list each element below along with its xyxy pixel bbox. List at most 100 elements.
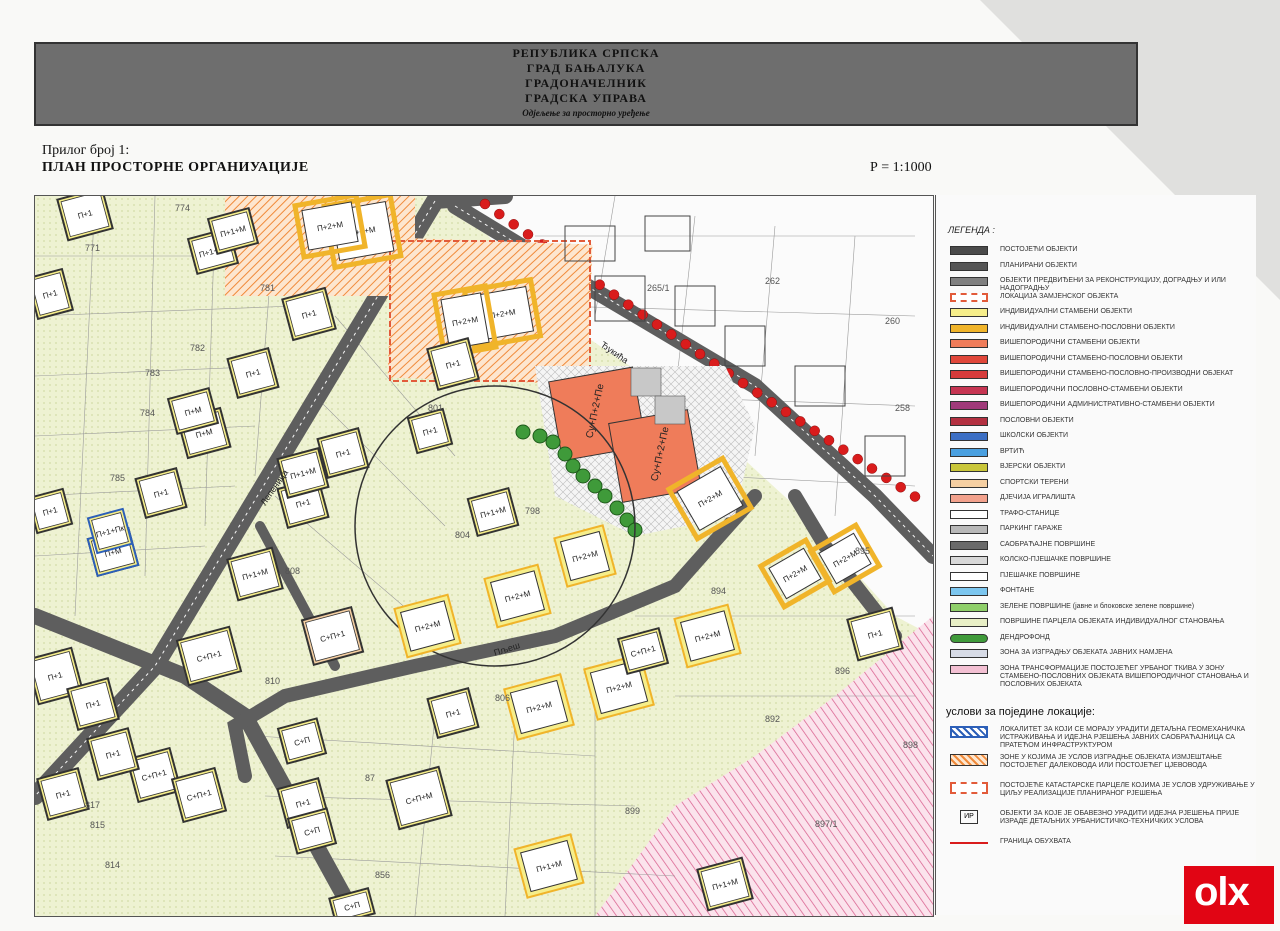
parcel-number: 897/1: [815, 819, 838, 829]
legend-label: ВРТИЋ: [1000, 447, 1025, 455]
legend-item: ФОНТАНЕ: [950, 586, 1250, 598]
tree: [515, 424, 531, 440]
legend-label: ЗОНА ТРАНСФОРМАЦИЈЕ ПОСТОЈЕЋЕГ УРБАНОГ Т…: [1000, 664, 1249, 688]
header-line-city: ГРАД БАЊАЛУКА: [526, 61, 646, 75]
parcel-number: 815: [90, 820, 105, 830]
parcel-number: 810: [265, 676, 280, 686]
boundary-dot: [608, 289, 620, 300]
legend-item: ДЈЕЧИЈА ИГРАЛИШТА: [950, 493, 1250, 505]
parcel-number: 808: [285, 566, 300, 576]
parcel-number: 781: [260, 283, 275, 293]
boundary-dot: [623, 299, 634, 310]
legend-item: СПОРТСКИ ТЕРЕНИ: [950, 478, 1250, 490]
map-drawing: П+2+МП+2+МП+2+МП+2+МСу+П+2+ПеСу+П+2+ПеП+…: [35, 196, 933, 916]
boundary-dot: [823, 435, 835, 446]
legend-label: ИНДИВИДУАЛНИ СТАМБЕНИ ОБЈЕКТИ: [1000, 308, 1133, 315]
legend-item: ШКОЛСКИ ОБЈЕКТИ: [950, 431, 1250, 443]
tree: [557, 446, 573, 462]
parcel-number: 771: [85, 243, 100, 253]
parcel-number: 806: [495, 693, 510, 703]
legend-label: ТРАФО-СТАНИЦЕ: [1000, 509, 1060, 517]
boundary-dot: [852, 453, 863, 465]
condition-item: ГРАНИЦА ОБУХВАТА: [950, 837, 1250, 861]
legend-item: ПОСЛОВНИ ОБЈЕКТИ: [950, 416, 1250, 428]
boundary-dot: [666, 329, 677, 340]
legend-label: ПЛАНИРАНИ ОБЈЕКТИ: [1000, 261, 1077, 269]
building: П+1: [406, 407, 454, 455]
legend-item: ПЛАНИРАНИ ОБЈЕКТИ: [950, 261, 1250, 273]
condition-swatch: [950, 754, 988, 766]
legend-swatch: [950, 478, 988, 488]
legend-label: ПОВРШИНЕ ПАРЦЕЛА ОБЈЕКАТА ИНДИВИДУАЛНОГ …: [1000, 618, 1225, 625]
condition-swatch: [950, 782, 988, 794]
legend-swatch: [950, 649, 988, 658]
legend-label: СПОРТСКИ ТЕРЕНИ: [1000, 478, 1069, 486]
legend-swatch: [950, 292, 988, 302]
boundary-dot: [737, 377, 749, 389]
condition-label: ЛОКАЛИТЕТ ЗА КОЈИ СЕ МОРАЈУ УРАДИТИ ДЕТА…: [1000, 726, 1246, 749]
legend-label: ПОСТОЈЕЋИ ОБЈЕКТИ: [1000, 246, 1078, 253]
tree: [532, 428, 548, 444]
conditions-title: услови за поједине локације:: [946, 706, 1095, 718]
legend-item: ИНДИВИДУАЛНИ СТАМБЕНИ ОБЈЕКТИ: [950, 307, 1250, 319]
legend-swatch: [950, 246, 988, 255]
boundary-dot: [508, 219, 519, 230]
legend-label: ШКОЛСКИ ОБЈЕКТИ: [1000, 432, 1069, 439]
condition-label: ГРАНИЦА ОБУХВАТА: [1000, 838, 1071, 845]
legend-item: ВИШЕПОРОДИЧНИ ПОСЛОВНО-СТАМБЕНИ ОБЈЕКТИ: [950, 385, 1250, 397]
header-line-republic: РЕПУБЛИКА СРПСКА: [512, 46, 660, 60]
legend-swatch: [950, 447, 988, 457]
legend-label: САОБРАЋАЈНЕ ПОВРШИНЕ: [1000, 540, 1096, 548]
header-department: Одјељење за просторно уређење: [522, 108, 650, 118]
boundary-dot: [838, 444, 849, 455]
legend-label: ВЈЕРСКИ ОБЈЕКТИ: [1000, 463, 1066, 470]
legend-label: ПЈЕШАЧКЕ ПОВРШИНЕ: [1000, 571, 1081, 579]
parcel-number: 258: [895, 403, 910, 413]
legend-item: ЗЕЛЕНЕ ПОВРШИНЕ (јавне и блоковске зелен…: [950, 602, 1250, 614]
legend-swatch: [950, 339, 988, 348]
legend-item: ЗОНА ТРАНСФОРМАЦИЈЕ ПОСТОЈЕЋЕГ УРБАНОГ Т…: [950, 664, 1250, 688]
parcel-number: 260: [885, 316, 900, 326]
parcel-number: 892: [765, 714, 780, 724]
legend-item: САОБРАЋАЈНЕ ПОВРШИНЕ: [950, 540, 1250, 552]
legend-item: ЗОНА ЗА ИЗГРАДЊУ ОБЈЕКАТА ЈАВНИХ НАМЈЕНА: [950, 648, 1250, 660]
tree: [597, 488, 613, 504]
boundary-dot: [895, 481, 906, 493]
condition-item: ЗОНЕ У КОЈИМА ЈЕ УСЛОВ ИЗГРАДЊЕ ОБЈЕКАТА…: [950, 753, 1250, 777]
header-line-administration: ГРАДСКА УПРАВА: [525, 91, 647, 105]
parcel-number: 262: [765, 276, 780, 286]
legend-swatch: [950, 633, 988, 643]
boundary-dot: [494, 208, 505, 220]
boundary-dot: [479, 198, 491, 210]
legend-item: ДЕНДРОФОНД: [950, 633, 1250, 645]
legend-swatch: [950, 571, 988, 581]
legend-label: ИНДИВИДУАЛНИ СТАМБЕНО-ПОСЛОВНИ ОБЈЕКТИ: [1000, 323, 1175, 331]
legend-item: КОЛСКО-ПЈЕШАЧКЕ ПОВРШИНЕ: [950, 555, 1250, 567]
condition-label: ЗОНЕ У КОЈИМА ЈЕ УСЛОВ ИЗГРАДЊЕ ОБЈЕКАТА…: [1000, 754, 1222, 769]
header-title-block: РЕПУБЛИКА СРПСКА ГРАД БАЊАЛУКА ГРАДОНАЧЕ…: [34, 42, 1138, 126]
legend-swatch: [950, 261, 988, 271]
legend-swatch: [950, 509, 988, 519]
boundary-dot: [809, 425, 820, 437]
condition-item: ИР ОБЈЕКТИ ЗА КОЈЕ ЈЕ ОБАВЕЗНО УРАДИТИ ИД…: [950, 809, 1250, 833]
legend-label: ДЈЕЧИЈА ИГРАЛИШТА: [1000, 494, 1076, 501]
condition-label: ПОСТОЈЕЋЕ КАТАСТАРСКЕ ПАРЦЕЛЕ КОЈИМА ЈЕ …: [1000, 782, 1255, 797]
legend-item: ЛОКАЦИЈА ЗАМЈЕНСКОГ ОБЈЕКТА: [950, 292, 1250, 304]
legend-item: ТРАФО-СТАНИЦЕ: [950, 509, 1250, 521]
legend-item: ОБЈЕКТИ ПРЕДВИЂЕНИ ЗА РЕКОНСТРУКЦИЈУ, ДО…: [950, 276, 1250, 292]
boundary-dot: [866, 463, 878, 474]
parcel-number: 782: [190, 343, 205, 353]
legend-label: ПОСЛОВНИ ОБЈЕКТИ: [1000, 416, 1074, 424]
parcel-number: 814: [105, 860, 120, 870]
building: П+1+Пк: [86, 507, 134, 555]
legend-label: ЗЕЛЕНЕ ПОВРШИНЕ (јавне и блоковске зелен…: [1000, 602, 1195, 610]
boundary-dot: [766, 397, 777, 408]
boundary-dot: [795, 416, 806, 427]
legend-label: ПАРКИНГ ГАРАЖЕ: [1000, 525, 1063, 532]
parcel-number: 894: [711, 586, 726, 596]
legend-swatch: [950, 602, 988, 612]
parcel-number: 895: [855, 546, 870, 556]
legend-swatch: [950, 556, 988, 565]
legend-label: ЗОНА ЗА ИЗГРАДЊУ ОБЈЕКАТА ЈАВНИХ НАМЈЕНА: [1000, 649, 1173, 656]
tree: [575, 468, 591, 484]
